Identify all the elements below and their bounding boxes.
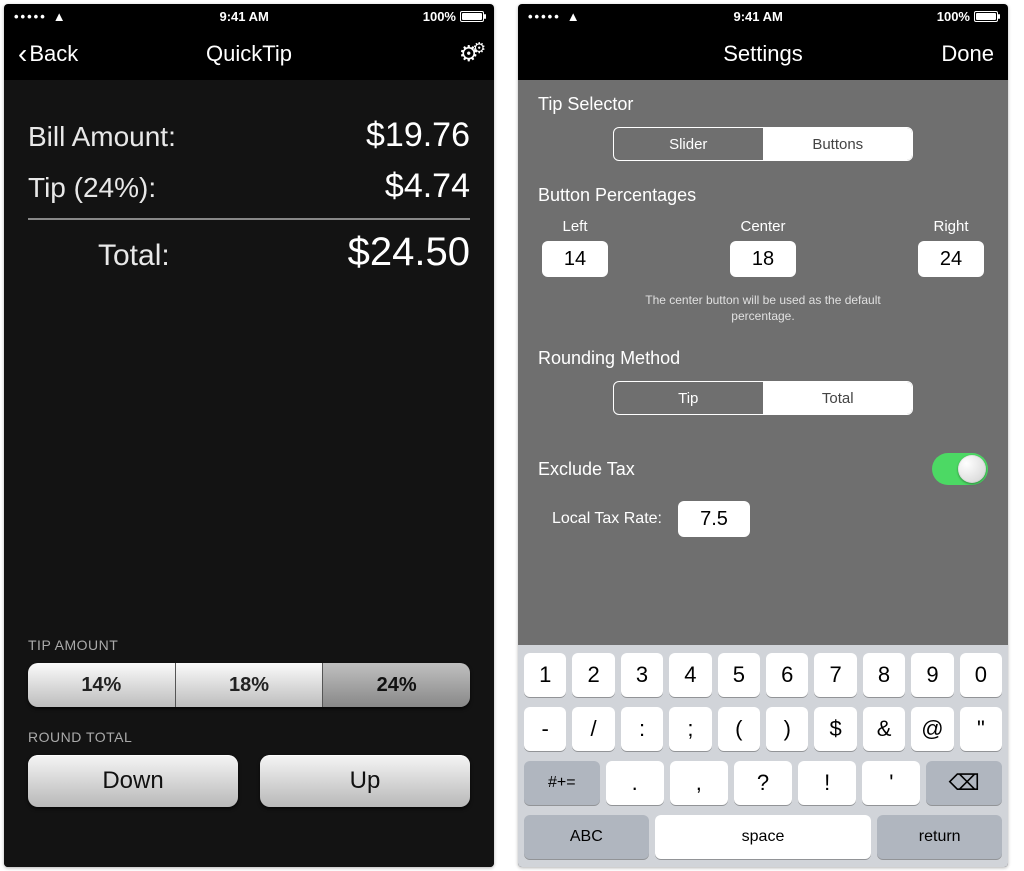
key-colon[interactable]: : — [621, 707, 663, 751]
bill-amount-label: Bill Amount: — [28, 121, 176, 153]
key-semicolon[interactable]: ; — [669, 707, 711, 751]
page-title: Settings — [612, 41, 914, 67]
wifi-icon: ▲ — [567, 9, 580, 24]
status-time: 9:41 AM — [220, 9, 269, 24]
key-4[interactable]: 4 — [669, 653, 711, 697]
round-down-button[interactable]: Down — [28, 755, 238, 807]
pct-left-input[interactable]: 14 — [542, 241, 608, 277]
key-apostrophe[interactable]: ' — [862, 761, 920, 805]
key-5[interactable]: 5 — [718, 653, 760, 697]
back-button[interactable]: ‹ Back — [18, 40, 98, 68]
key-exclaim[interactable]: ! — [798, 761, 856, 805]
tip-amount-segmented: 14% 18% 24% — [28, 663, 470, 707]
round-up-button[interactable]: Up — [260, 755, 470, 807]
pct-right-input[interactable]: 24 — [918, 241, 984, 277]
battery-icon — [460, 11, 484, 22]
key-0[interactable]: 0 — [960, 653, 1002, 697]
tip-option-18[interactable]: 18% — [176, 663, 324, 707]
pct-center-input[interactable]: 18 — [730, 241, 796, 277]
rounding-tip[interactable]: Tip — [614, 382, 763, 414]
rounding-total[interactable]: Total — [763, 382, 913, 414]
tip-option-24[interactable]: 24% — [323, 663, 470, 707]
battery-icon — [974, 11, 998, 22]
settings-button[interactable]: ⚙⚙ — [400, 41, 480, 67]
rounding-method-label: Rounding Method — [538, 348, 988, 369]
keyboard-row-4: ABC space return — [524, 815, 1002, 859]
key-comma[interactable]: , — [670, 761, 728, 805]
delete-icon: ⌫ — [949, 770, 980, 796]
tip-value: $4.74 — [385, 167, 470, 206]
key-dollar[interactable]: $ — [814, 707, 856, 751]
keyboard-row-3: #+= . , ? ! ' ⌫ — [524, 761, 1002, 805]
signal-dots-icon: ••••• — [528, 9, 561, 24]
button-percentages-label: Button Percentages — [538, 185, 988, 206]
key-return[interactable]: return — [877, 815, 1002, 859]
key-lparen[interactable]: ( — [718, 707, 760, 751]
exclude-tax-label: Exclude Tax — [538, 459, 635, 480]
key-9[interactable]: 9 — [911, 653, 953, 697]
tip-amount-section-label: TIP AMOUNT — [28, 637, 470, 653]
key-amp[interactable]: & — [863, 707, 905, 751]
bill-amount-value[interactable]: $19.76 — [366, 116, 470, 155]
status-bar: ••••• ▲ 9:41 AM 100% — [518, 4, 1008, 28]
pct-center-label: Center — [730, 218, 796, 235]
tip-selector-label: Tip Selector — [538, 94, 988, 115]
keyboard-row-2: - / : ; ( ) $ & @ " — [524, 707, 1002, 751]
key-dash[interactable]: - — [524, 707, 566, 751]
done-button[interactable]: Done — [914, 41, 994, 67]
key-2[interactable]: 2 — [572, 653, 614, 697]
gear-icon: ⚙ — [473, 40, 480, 57]
key-1[interactable]: 1 — [524, 653, 566, 697]
total-value: $24.50 — [348, 230, 470, 275]
tip-selector-segmented: Slider Buttons — [613, 127, 913, 161]
gear-icon: ⚙ — [459, 41, 473, 66]
key-slash[interactable]: / — [572, 707, 614, 751]
pct-hint-text: The center button will be used as the de… — [633, 293, 893, 324]
total-label: Total: — [28, 239, 170, 273]
key-symbols[interactable]: #+= — [524, 761, 600, 805]
local-tax-rate-label: Local Tax Rate: — [552, 510, 662, 528]
key-8[interactable]: 8 — [863, 653, 905, 697]
local-tax-rate-input[interactable]: 7.5 — [678, 501, 750, 537]
pct-right-label: Right — [918, 218, 984, 235]
tip-selector-slider[interactable]: Slider — [614, 128, 763, 160]
tip-option-14[interactable]: 14% — [28, 663, 176, 707]
battery-percent: 100% — [937, 9, 970, 24]
status-bar: ••••• ▲ 9:41 AM 100% — [4, 4, 494, 28]
key-3[interactable]: 3 — [621, 653, 663, 697]
key-abc[interactable]: ABC — [524, 815, 649, 859]
battery-percent: 100% — [423, 9, 456, 24]
chevron-left-icon: ‹ — [18, 40, 27, 68]
back-label: Back — [29, 41, 78, 67]
key-period[interactable]: . — [606, 761, 664, 805]
round-total-section-label: ROUND TOTAL — [28, 729, 470, 745]
signal-dots-icon: ••••• — [14, 9, 47, 24]
rounding-method-segmented: Tip Total — [613, 381, 913, 415]
key-quote[interactable]: " — [960, 707, 1002, 751]
keyboard-row-1: 1 2 3 4 5 6 7 8 9 0 — [524, 653, 1002, 697]
key-at[interactable]: @ — [911, 707, 953, 751]
status-time: 9:41 AM — [734, 9, 783, 24]
tip-selector-buttons[interactable]: Buttons — [763, 128, 913, 160]
key-space[interactable]: space — [655, 815, 872, 859]
key-question[interactable]: ? — [734, 761, 792, 805]
key-delete[interactable]: ⌫ — [926, 761, 1002, 805]
key-rparen[interactable]: ) — [766, 707, 808, 751]
exclude-tax-toggle[interactable] — [932, 453, 988, 485]
key-6[interactable]: 6 — [766, 653, 808, 697]
tip-label: Tip (24%): — [28, 172, 156, 204]
key-7[interactable]: 7 — [814, 653, 856, 697]
wifi-icon: ▲ — [53, 9, 66, 24]
page-title: QuickTip — [98, 41, 400, 67]
pct-left-label: Left — [542, 218, 608, 235]
